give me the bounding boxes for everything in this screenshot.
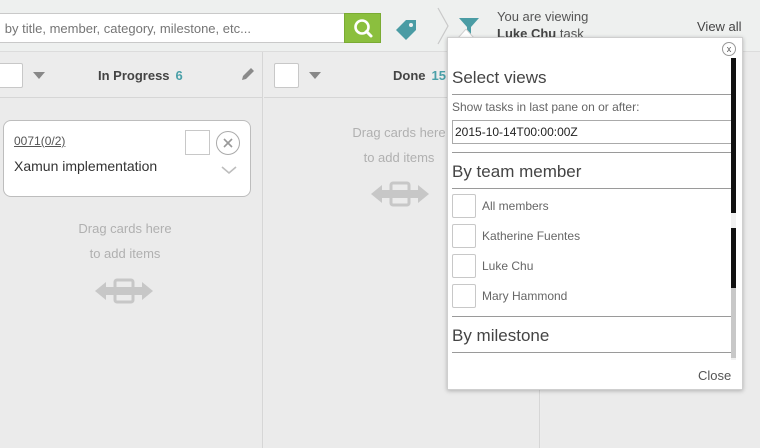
column-count: 6 bbox=[175, 68, 183, 83]
column-select-checkbox[interactable] bbox=[0, 63, 23, 88]
chevron-down-icon[interactable] bbox=[220, 165, 238, 175]
column-title-label: In Progress bbox=[98, 68, 170, 83]
chevron-down-icon[interactable] bbox=[309, 72, 321, 79]
tag-icon bbox=[396, 20, 416, 40]
member-checkbox[interactable] bbox=[452, 224, 476, 248]
column-title: Done 15 bbox=[393, 68, 446, 83]
drag-arrows-icon bbox=[371, 181, 429, 207]
member-checkbox[interactable] bbox=[452, 284, 476, 308]
viewing-line1: You are viewing bbox=[497, 9, 589, 24]
show-tasks-label: Show tasks in last pane on or after: bbox=[452, 100, 640, 114]
drag-hint: Drag cards here to add items bbox=[334, 120, 464, 170]
divider bbox=[452, 316, 732, 317]
select-views-popup: x Select views Show tasks in last pane o… bbox=[447, 37, 743, 390]
drag-hint: Drag cards here to add items bbox=[60, 216, 190, 266]
card-checkbox[interactable] bbox=[185, 130, 210, 155]
close-icon bbox=[223, 138, 233, 148]
card-title: Xamun implementation bbox=[14, 158, 158, 174]
column-header: In Progress 6 bbox=[0, 52, 262, 98]
team-section-title: By team member bbox=[452, 162, 582, 181]
column-title-label: Done bbox=[393, 68, 426, 83]
task-card[interactable]: 0071(0/2) Xamun implementation bbox=[3, 120, 251, 197]
drag-hint-line2: to add items bbox=[363, 150, 435, 165]
popup-scrollbar[interactable] bbox=[731, 58, 736, 360]
divider bbox=[452, 94, 732, 95]
member-checkbox[interactable] bbox=[452, 254, 476, 278]
column-title: In Progress 6 bbox=[98, 68, 183, 83]
popup-title: Select views bbox=[452, 68, 547, 87]
scrollbar-thumb[interactable] bbox=[731, 58, 736, 213]
divider bbox=[452, 152, 732, 153]
chevron-down-icon[interactable] bbox=[33, 72, 45, 79]
pencil-icon[interactable] bbox=[240, 66, 256, 82]
column-count: 15 bbox=[431, 68, 446, 83]
member-label: Luke Chu bbox=[482, 259, 534, 273]
card-id-link[interactable]: 0071(0/2) bbox=[14, 134, 65, 148]
member-label: Katherine Fuentes bbox=[482, 229, 581, 243]
member-checkbox[interactable] bbox=[452, 194, 476, 218]
member-label: Mary Hammond bbox=[482, 289, 568, 303]
column-in-progress: In Progress 6 0071(0/2) Xamun implementat… bbox=[0, 52, 263, 448]
column-select-checkbox[interactable] bbox=[274, 63, 299, 88]
drag-arrows-icon bbox=[95, 278, 153, 304]
scrollbar-thumb-lower[interactable] bbox=[731, 228, 736, 288]
close-link[interactable]: Close bbox=[698, 368, 731, 383]
drag-hint-line2: to add items bbox=[89, 246, 161, 261]
divider bbox=[452, 188, 732, 189]
member-label: All members bbox=[482, 199, 549, 213]
drag-hint-line1: Drag cards here bbox=[78, 221, 172, 236]
search-icon bbox=[354, 19, 373, 38]
scrollbar-track-lower bbox=[731, 288, 736, 358]
divider bbox=[452, 352, 732, 353]
milestone-section-title: By milestone bbox=[452, 326, 550, 345]
date-field[interactable] bbox=[452, 120, 732, 144]
popup-close-icon[interactable]: x bbox=[722, 42, 736, 56]
tag-button[interactable] bbox=[393, 16, 419, 42]
popup-scroll-area[interactable]: Select views Show tasks in last pane on … bbox=[452, 58, 734, 360]
drag-hint-line1: Drag cards here bbox=[352, 125, 446, 140]
card-close-button[interactable] bbox=[216, 131, 240, 155]
search-button[interactable] bbox=[344, 13, 381, 43]
search-input[interactable] bbox=[0, 13, 346, 43]
view-all-link[interactable]: View all bbox=[697, 19, 742, 34]
